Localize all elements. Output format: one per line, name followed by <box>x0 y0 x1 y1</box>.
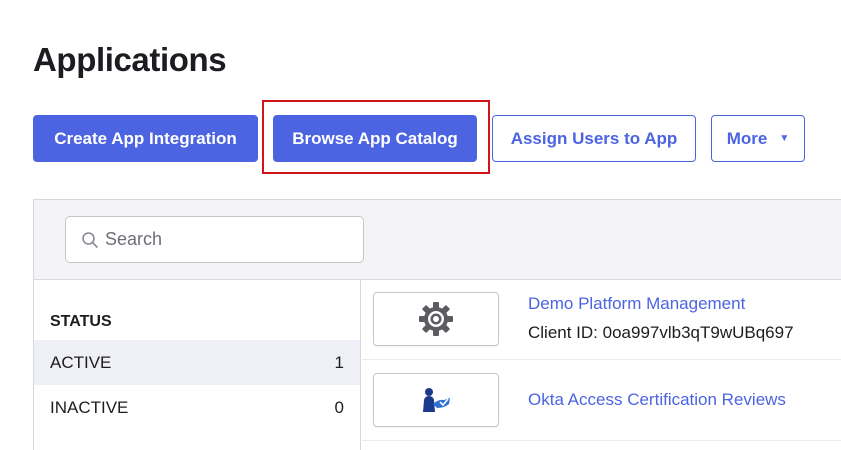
create-app-integration-label: Create App Integration <box>54 128 237 148</box>
search-input[interactable] <box>105 229 355 250</box>
applications-page: Applications Create App Integration Brow… <box>0 0 841 450</box>
applications-panel: STATUS ACTIVE 1 INACTIVE 0 <box>33 199 841 450</box>
status-count: 1 <box>334 352 344 372</box>
panel-header <box>34 200 841 280</box>
assign-users-label: Assign Users to App <box>510 128 678 148</box>
more-label: More <box>726 128 768 148</box>
app-client-id: Client ID: 0oa997vlb3qT9wUBq697 <box>528 323 794 342</box>
status-row-inactive[interactable]: INACTIVE 0 <box>34 385 360 430</box>
search-icon <box>81 231 99 249</box>
page-title: Applications <box>33 41 227 78</box>
app-logo[interactable] <box>373 292 499 346</box>
app-logo[interactable] <box>373 373 499 427</box>
app-row: Demo Platform Management Client ID: 0oa9… <box>362 280 841 360</box>
app-name-link[interactable]: Demo Platform Management <box>528 294 745 314</box>
highlight-box <box>262 100 490 174</box>
gear-icon <box>419 302 453 336</box>
create-app-integration-button[interactable]: Create App Integration <box>33 115 258 162</box>
status-count: 0 <box>334 397 344 417</box>
status-row-active[interactable]: ACTIVE 1 <box>34 340 360 385</box>
app-row: Okta Access Certification Reviews <box>362 361 841 441</box>
status-sidebar: STATUS ACTIVE 1 INACTIVE 0 <box>34 280 361 450</box>
app-name-link[interactable]: Okta Access Certification Reviews <box>528 390 786 410</box>
status-heading: STATUS <box>50 313 112 330</box>
more-dropdown-button[interactable]: More ▼ <box>711 115 805 162</box>
search-box[interactable] <box>65 216 364 263</box>
assign-users-to-app-button[interactable]: Assign Users to App <box>492 115 696 162</box>
caret-down-icon: ▼ <box>779 133 790 144</box>
certification-icon <box>423 388 450 412</box>
status-label: ACTIVE <box>50 352 112 372</box>
status-label: INACTIVE <box>50 397 129 417</box>
